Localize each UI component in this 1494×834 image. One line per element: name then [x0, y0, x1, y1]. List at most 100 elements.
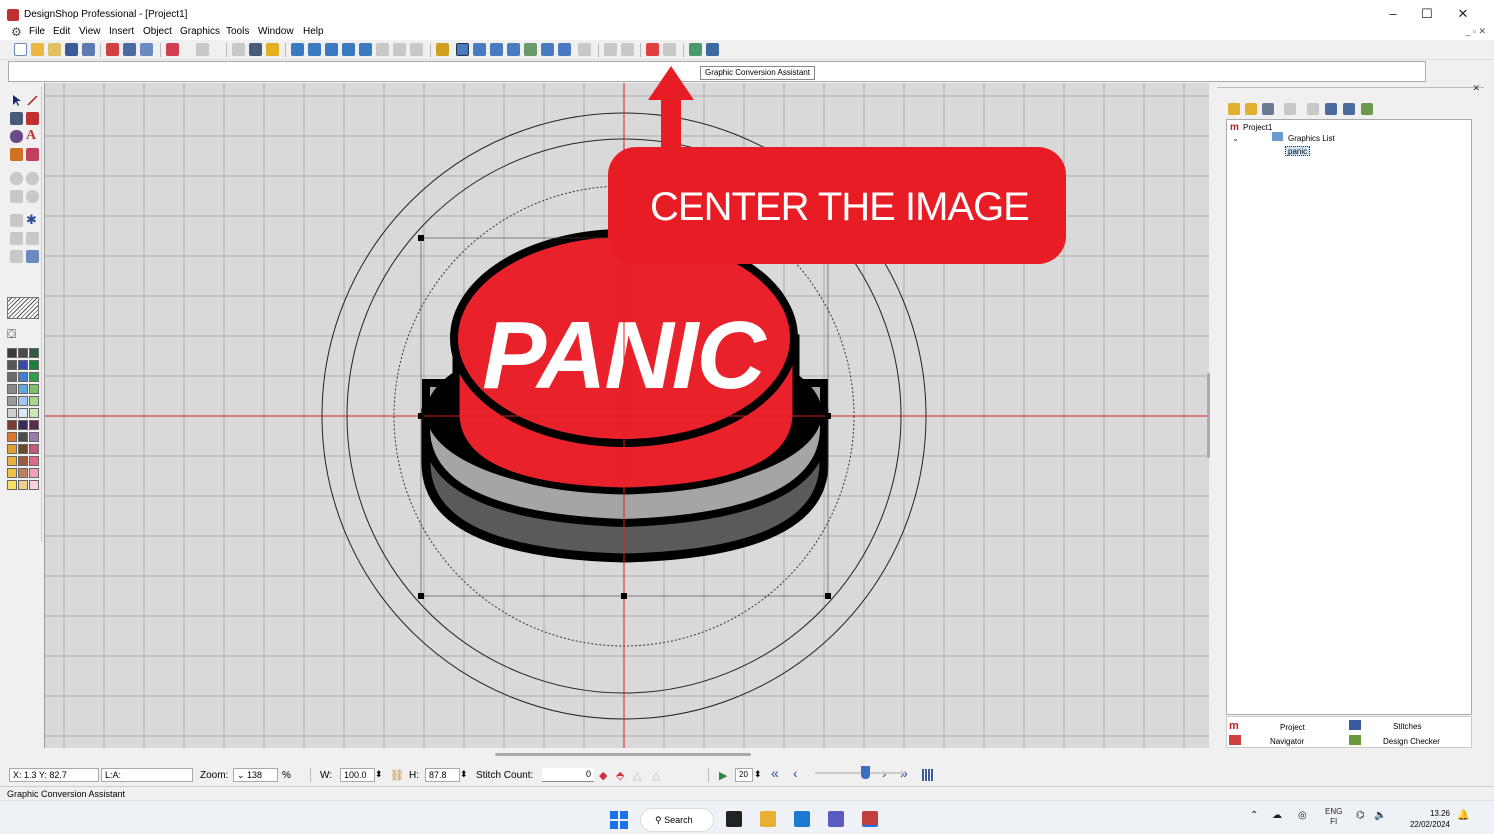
- notification-bell-icon[interactable]: 🔔: [1457, 810, 1469, 821]
- fill-tool-icon[interactable]: [10, 112, 23, 125]
- disabled-tool-icon[interactable]: [604, 43, 617, 56]
- menu-tools[interactable]: Tools: [226, 26, 249, 37]
- color-swatch[interactable]: [29, 444, 39, 454]
- selection-handle[interactable]: [825, 593, 831, 599]
- ruler-icon[interactable]: [490, 43, 503, 56]
- shape-tool-icon[interactable]: [10, 130, 23, 143]
- vertical-scrollbar[interactable]: [1207, 373, 1210, 458]
- stitch-slider-thumb[interactable]: [861, 766, 870, 779]
- text-tool-icon[interactable]: A: [26, 128, 39, 143]
- selection-handle[interactable]: [825, 413, 831, 419]
- color-swatch[interactable]: [18, 420, 28, 430]
- color-swatch[interactable]: [29, 372, 39, 382]
- color-swatch[interactable]: [18, 360, 28, 370]
- mirror-horizontal-icon[interactable]: ◆: [599, 769, 607, 782]
- color-swatch[interactable]: [18, 396, 28, 406]
- selection-handle[interactable]: [418, 235, 424, 241]
- color-swatch[interactable]: [7, 360, 17, 370]
- selection-handle[interactable]: [621, 593, 627, 599]
- new-file-icon[interactable]: [14, 43, 27, 56]
- disabled-tool-icon[interactable]: [663, 43, 676, 56]
- rotate-right-icon[interactable]: △: [652, 769, 660, 782]
- disabled-tool-icon[interactable]: [26, 190, 39, 203]
- zoom-out-icon[interactable]: [325, 43, 338, 56]
- maximize-button[interactable]: ☐: [1412, 5, 1442, 23]
- select-arrow-icon[interactable]: [10, 94, 23, 107]
- tab-project[interactable]: Project: [1280, 723, 1305, 732]
- zoom-in-icon[interactable]: [308, 43, 321, 56]
- zoom-previous-icon[interactable]: [376, 43, 389, 56]
- panel-close-icon[interactable]: ✕: [1472, 83, 1480, 94]
- windows-start-icon[interactable]: [610, 811, 628, 829]
- zoom-fit-icon[interactable]: [291, 43, 304, 56]
- designshop-taskbar-icon[interactable]: [862, 811, 878, 827]
- guides-icon[interactable]: [507, 43, 520, 56]
- disabled-tool-icon[interactable]: [10, 214, 23, 227]
- monogram-tool-icon[interactable]: [10, 148, 23, 161]
- height-input[interactable]: 87.8: [425, 768, 460, 782]
- color-swatch[interactable]: [29, 420, 39, 430]
- tab-navigator[interactable]: Navigator: [1270, 737, 1304, 746]
- color-swatch[interactable]: [29, 348, 39, 358]
- color-swatch[interactable]: [18, 468, 28, 478]
- project-tab-icon[interactable]: m: [1229, 720, 1239, 732]
- selection-handle[interactable]: [418, 593, 424, 599]
- height-spinner-icon[interactable]: ⬍: [460, 769, 468, 780]
- color-swatch[interactable]: [29, 396, 39, 406]
- color-swatch[interactable]: [7, 420, 17, 430]
- expand-chevron-icon[interactable]: ⌄: [1232, 134, 1239, 143]
- disabled-tool-icon[interactable]: [578, 43, 591, 56]
- lock-proportions-icon[interactable]: ⛓: [390, 769, 404, 782]
- palette-icon[interactable]: ⛋: [7, 327, 16, 342]
- color-swatch[interactable]: [29, 456, 39, 466]
- color-wheel-icon[interactable]: [26, 250, 39, 263]
- open-design-icon[interactable]: [48, 43, 61, 56]
- speed-spinner-icon[interactable]: ⬍: [754, 769, 762, 780]
- star-tool-icon[interactable]: ✱: [26, 212, 39, 227]
- list-icon[interactable]: [1325, 103, 1337, 115]
- tree-root-project[interactable]: Project1: [1243, 123, 1272, 132]
- export-icon[interactable]: [706, 43, 719, 56]
- stitch-order-icon[interactable]: [1361, 103, 1373, 115]
- zoom-real-icon[interactable]: [410, 43, 423, 56]
- menu-file[interactable]: File: [29, 26, 45, 37]
- menu-graphics[interactable]: Graphics: [180, 26, 220, 37]
- color-swatch[interactable]: [7, 456, 17, 466]
- properties-icon[interactable]: [1262, 103, 1274, 115]
- mirror-vertical-icon[interactable]: ⬘: [616, 769, 624, 782]
- color-swatch[interactable]: [18, 444, 28, 454]
- color-swatch[interactable]: [18, 384, 28, 394]
- close-button[interactable]: ✕: [1448, 5, 1478, 23]
- save-icon[interactable]: [65, 43, 78, 56]
- color-swatch[interactable]: [29, 432, 39, 442]
- color-swatch[interactable]: [7, 444, 17, 454]
- tray-chevron-up-icon[interactable]: ⌃: [1250, 810, 1258, 821]
- speed-input[interactable]: 20: [735, 768, 753, 782]
- copy-icon[interactable]: [123, 43, 136, 56]
- cut-icon[interactable]: [106, 43, 119, 56]
- step-back-icon[interactable]: ‹: [793, 765, 798, 781]
- hoop-icon[interactable]: [456, 43, 469, 56]
- color-swatch[interactable]: [7, 480, 17, 490]
- color-swatch[interactable]: [7, 384, 17, 394]
- tray-network-icon[interactable]: ◎: [1298, 810, 1307, 821]
- color-swatch[interactable]: [18, 456, 28, 466]
- show-stitches-icon[interactable]: [541, 43, 554, 56]
- taskbar-search[interactable]: ⚲ Search: [640, 808, 714, 832]
- gear-icon[interactable]: ⚙: [11, 25, 22, 39]
- volume-icon[interactable]: 🔈: [1374, 810, 1386, 821]
- tab-design-checker[interactable]: Design Checker: [1383, 737, 1440, 746]
- language-indicator[interactable]: ENG FI: [1325, 807, 1342, 827]
- design-checker-tab-icon[interactable]: [1349, 735, 1361, 745]
- fill-pattern-swatch[interactable]: [7, 297, 39, 319]
- rewind-icon[interactable]: «: [771, 765, 779, 781]
- folder-icon[interactable]: [1245, 103, 1257, 115]
- pencil-tool-icon[interactable]: [26, 112, 39, 125]
- play-icon[interactable]: ▶: [719, 769, 727, 782]
- print-preview-icon[interactable]: [232, 43, 245, 56]
- import-graphic-icon[interactable]: [689, 43, 702, 56]
- color-swatch[interactable]: [7, 408, 17, 418]
- taskbar-clock[interactable]: 13.26 22/02/2024: [1400, 808, 1450, 830]
- color-swatch[interactable]: [18, 408, 28, 418]
- selection-handle[interactable]: [418, 413, 424, 419]
